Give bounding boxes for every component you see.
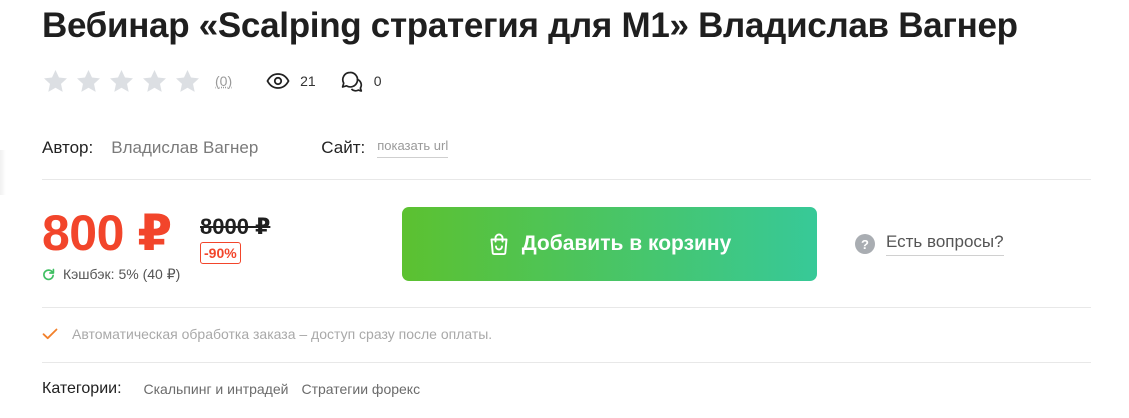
refresh-icon (42, 268, 63, 281)
star-icon[interactable] (75, 68, 102, 95)
comments-stat[interactable]: 0 (340, 70, 382, 92)
shopping-bag-icon (488, 232, 522, 256)
add-to-cart-button[interactable]: Добавить в корзину (402, 207, 817, 281)
cashback-info: Кэшбэк: 5% (40 ₽) (42, 266, 180, 283)
category-link-forex-strategies[interactable]: Стратегии форекс (301, 381, 420, 397)
author-name: Владислав Вагнер (111, 138, 259, 157)
divider (42, 362, 1091, 363)
star-rating[interactable] (42, 68, 201, 95)
divider (42, 307, 1091, 308)
rating-row: (0) 21 0 (42, 66, 382, 96)
star-icon[interactable] (42, 68, 69, 95)
checkmark-icon (42, 328, 72, 340)
auto-processing-notice: Автоматическая обработка заказа – доступ… (42, 326, 492, 342)
price-block: 800 ₽ 8000 ₽ -90% (42, 204, 270, 264)
views-count: 21 (300, 73, 316, 89)
site-label: Сайт: (321, 138, 366, 157)
questions-link[interactable]: ? Есть вопросы? (855, 232, 1004, 256)
discount-badge: -90% (200, 242, 241, 264)
current-price: 800 ₽ (42, 205, 172, 261)
views-stat: 21 (266, 72, 316, 90)
show-url-link[interactable]: показать url (377, 138, 449, 158)
add-to-cart-label: Добавить в корзину (521, 232, 732, 255)
category-link-scalping[interactable]: Скальпинг и интрадей (144, 381, 289, 397)
question-icon: ? (855, 234, 875, 254)
star-icon[interactable] (108, 68, 135, 95)
page-title: Вебинар «Scalping стратегия для M1» Влад… (42, 6, 1018, 45)
questions-label: Есть вопросы? (886, 232, 1004, 256)
categories-label: Категории: (42, 380, 122, 397)
author-label: Автор: (42, 138, 94, 157)
star-icon[interactable] (141, 68, 168, 95)
edge-shadow (0, 150, 6, 195)
cashback-text: Кэшбэк: 5% (40 ₽) (63, 266, 181, 282)
old-price: 8000 ₽ (200, 214, 271, 239)
star-icon[interactable] (174, 68, 201, 95)
categories-row: Категории: Скальпинг и интрадей Стратеги… (42, 380, 420, 398)
meta-row: Автор: Владислав Вагнер Сайт: показать u… (42, 136, 449, 160)
eye-icon (266, 72, 290, 90)
rating-count-link[interactable]: (0) (215, 73, 232, 89)
comments-count: 0 (373, 73, 382, 89)
auto-processing-text: Автоматическая обработка заказа – доступ… (72, 326, 493, 342)
chat-bubbles-icon (340, 70, 364, 92)
divider (42, 179, 1091, 180)
